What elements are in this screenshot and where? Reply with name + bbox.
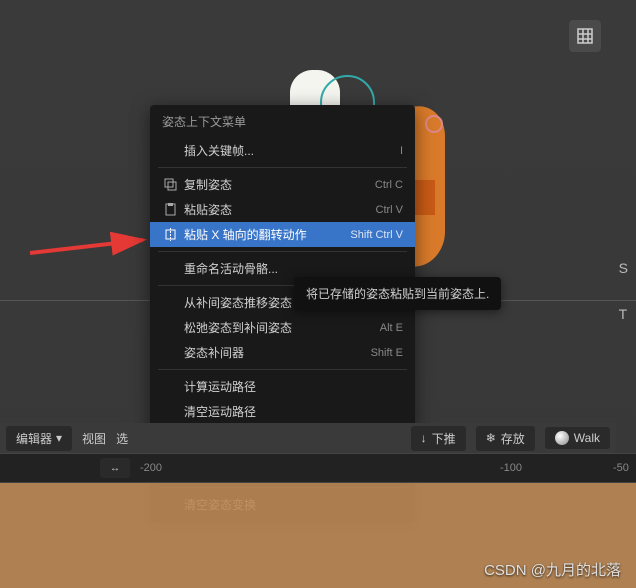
watermark: CSDN @九月的北落 [484,559,621,580]
push-down-button[interactable]: ↓下推 [411,426,466,451]
bone-gizmo-pink [425,115,443,133]
menu-clear-motion-paths[interactable]: 清空运动路径 [150,399,415,424]
menu-calc-motion-paths[interactable]: 计算运动路径 [150,374,415,399]
select-menu[interactable]: 选 [116,430,128,447]
timeline-tick: -200 [140,462,162,474]
side-letters: S T [619,260,628,322]
view-menu[interactable]: 视图 [82,430,106,447]
menu-copy-pose[interactable]: 复制姿态 Ctrl C [150,172,415,197]
stash-button[interactable]: ❄存放 [476,426,535,451]
menu-breakdowner[interactable]: 姿态补间器 Shift E [150,340,415,365]
menu-paste-pose[interactable]: 粘贴姿态 Ctrl V [150,197,415,222]
sphere-icon [555,431,569,445]
header-bar: 编辑器▾ 视图 选 ↓下推 ❄存放 Walk [0,423,616,453]
menu-relax-pose[interactable]: 松弛姿态到补间姿态 Alt E [150,315,415,340]
menu-paste-flipped-x[interactable]: 粘贴 X 轴向的翻转动作 Shift Ctrl V [150,222,415,247]
menu-separator [158,167,407,168]
timeline-ruler[interactable]: ↔ -200 -100 -50 [0,453,636,483]
snowflake-icon: ❄ [486,431,496,445]
down-icon: ↓ [421,431,427,445]
scrub-handle[interactable]: ↔ [100,458,130,478]
annotation-arrow [25,225,155,270]
menu-separator [158,251,407,252]
menu-separator [158,369,407,370]
editor-type-dropdown[interactable]: 编辑器▾ [6,426,72,451]
flip-icon [160,228,180,241]
paste-icon [160,203,180,216]
chevron-down-icon: ▾ [56,431,62,445]
tooltip: 将已存储的姿态粘贴到当前姿态上. [294,277,501,310]
overlay-grid-button[interactable] [569,20,601,52]
menu-insert-keyframe[interactable]: 插入关键帧... I [150,138,415,163]
timeline-tick: -100 [500,462,522,474]
menu-title: 姿态上下文菜单 [150,105,415,138]
timeline-tick: -50 [613,462,629,474]
copy-icon [160,178,180,191]
active-action-field[interactable]: Walk [545,427,610,449]
